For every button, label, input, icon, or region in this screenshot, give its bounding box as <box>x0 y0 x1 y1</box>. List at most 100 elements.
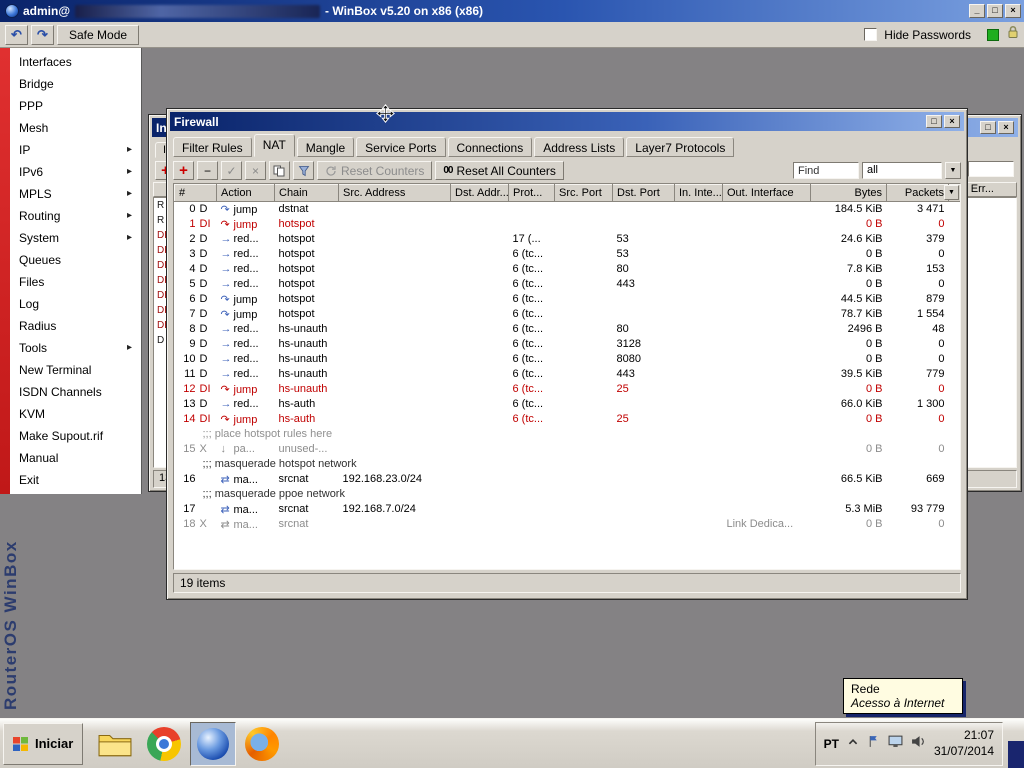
nat-rule-row[interactable]: 1DI↷jumphotspot0 B0 <box>175 217 962 232</box>
nat-rule-row[interactable]: 3D→red...hotspot6 (tc...530 B0 <box>175 247 962 262</box>
remove-rule-button[interactable]: − <box>197 161 218 180</box>
bgwin-err-column[interactable]: Err... <box>971 183 994 195</box>
nat-rule-row[interactable]: 10D→red...hs-unauth6 (tc...80800 B0 <box>175 352 962 367</box>
clock[interactable]: 21:07 31/07/2014 <box>934 728 994 759</box>
firewall-window[interactable]: Firewall □ × Filter RulesNATMangleServic… <box>166 108 968 600</box>
sidebar-item-system[interactable]: System▸ <box>10 227 141 249</box>
enable-rule-button[interactable]: ✓ <box>221 161 242 180</box>
nat-rule-row[interactable]: 0D↷jumpdstnat184.5 KiB3 471 <box>175 202 962 217</box>
nat-rule-row[interactable]: 7D↷jumphotspot6 (tc...78.7 KiB1 554 <box>175 307 962 322</box>
column-header-dst-addr[interactable]: Dst. Addr... <box>451 185 509 202</box>
column-header-packets[interactable]: Packets <box>887 185 949 202</box>
firewall-close-button[interactable]: × <box>944 115 960 128</box>
nat-comment-row[interactable]: ;;; masquerade ppoe network <box>175 487 962 502</box>
sidebar-item-make-supout-rif[interactable]: Make Supout.rif <box>10 425 141 447</box>
tab-nat[interactable]: NAT <box>254 134 295 157</box>
nat-rule-row[interactable]: 2D→red...hotspot17 (...5324.6 KiB379 <box>175 232 962 247</box>
chain-filter-dropdown[interactable]: all <box>862 162 942 179</box>
tab-layer7-protocols[interactable]: Layer7 Protocols <box>626 137 734 157</box>
close-button[interactable]: × <box>1005 4 1021 18</box>
sidebar-item-new-terminal[interactable]: New Terminal <box>10 359 141 381</box>
quick-launch-chrome[interactable] <box>141 722 187 766</box>
reset-all-counters-button[interactable]: 00 Reset All Counters <box>435 161 564 180</box>
sidebar-item-queues[interactable]: Queues <box>10 249 141 271</box>
column-header-bytes[interactable]: Bytes <box>811 185 887 202</box>
nat-rule-row[interactable]: 6D↷jumphotspot6 (tc...44.5 KiB879 <box>175 292 962 307</box>
nat-rule-row[interactable]: 5D→red...hotspot6 (tc...4430 B0 <box>175 277 962 292</box>
disable-rule-button[interactable]: × <box>245 161 266 180</box>
tab-service-ports[interactable]: Service Ports <box>356 137 445 157</box>
nat-comment-row[interactable]: ;;; place hotspot rules here <box>175 427 962 442</box>
nat-rule-row[interactable]: 9D→red...hs-unauth6 (tc...31280 B0 <box>175 337 962 352</box>
column-selector-button[interactable]: ▼ <box>944 185 959 200</box>
sidebar-item-files[interactable]: Files <box>10 271 141 293</box>
hide-passwords-checkbox[interactable] <box>864 28 877 41</box>
nat-rule-row[interactable]: 8D→red...hs-unauth6 (tc...802496 B48 <box>175 322 962 337</box>
chain-filter-dropdown-arrow[interactable]: ▼ <box>945 162 961 179</box>
tray-flag-icon[interactable] <box>867 735 880 753</box>
nat-rule-row[interactable]: 17⇄ma...srcnat192.168.7.0/245.3 MiB93 77… <box>175 502 962 517</box>
sidebar-item-log[interactable]: Log <box>10 293 141 315</box>
sidebar-item-routing[interactable]: Routing▸ <box>10 205 141 227</box>
reset-counters-button[interactable]: Reset Counters <box>317 161 432 180</box>
tab-filter-rules[interactable]: Filter Rules <box>173 137 252 157</box>
nat-rule-row[interactable]: 11D→red...hs-unauth6 (tc...44339.5 KiB77… <box>175 367 962 382</box>
quick-launch-firefox[interactable] <box>239 722 285 766</box>
sidebar-item-ip[interactable]: IP▸ <box>10 139 141 161</box>
sidebar-item-ppp[interactable]: PPP <box>10 95 141 117</box>
sidebar-item-tools[interactable]: Tools▸ <box>10 337 141 359</box>
add-rule-button[interactable]: + <box>173 161 194 180</box>
undo-button[interactable]: ↶ <box>5 25 28 45</box>
column-header-dst-port[interactable]: Dst. Port <box>613 185 675 202</box>
safe-mode-button[interactable]: Safe Mode <box>57 25 139 45</box>
language-indicator[interactable]: PT <box>824 737 839 751</box>
quick-launch-winbox[interactable] <box>190 722 236 766</box>
column-header-[interactable]: # <box>175 185 217 202</box>
firewall-titlebar[interactable]: Firewall □ × <box>170 112 964 131</box>
maximize-button[interactable]: □ <box>987 4 1003 18</box>
nat-rule-row[interactable]: 14DI↷jumphs-auth6 (tc...250 B0 <box>175 412 962 427</box>
bgwin-find-input[interactable] <box>968 161 1014 177</box>
column-header-chain[interactable]: Chain <box>275 185 339 202</box>
column-header-prot[interactable]: Prot... <box>509 185 555 202</box>
nat-rule-row[interactable]: 15X↓pa...unused-...0 B0 <box>175 442 962 457</box>
tray-expand-icon[interactable] <box>847 735 859 753</box>
nat-rule-row[interactable]: 4D→red...hotspot6 (tc...807.8 KiB153 <box>175 262 962 277</box>
sidebar-item-exit[interactable]: Exit <box>10 469 141 491</box>
sidebar-item-radius[interactable]: Radius <box>10 315 141 337</box>
column-header-in-inte[interactable]: In. Inte... <box>675 185 723 202</box>
nat-comment-row[interactable]: ;;; masquerade hotspot network <box>175 457 962 472</box>
copy-rule-button[interactable] <box>269 161 290 180</box>
sidebar-item-bridge[interactable]: Bridge <box>10 73 141 95</box>
column-header-action[interactable]: Action <box>217 185 275 202</box>
sidebar-item-kvm[interactable]: KVM <box>10 403 141 425</box>
tab-connections[interactable]: Connections <box>448 137 533 157</box>
bgwin-maximize-button[interactable]: □ <box>980 121 996 134</box>
tab-mangle[interactable]: Mangle <box>297 137 354 157</box>
nat-rule-row[interactable]: 18X⇄ma...srcnatLink Dedica...0 B0 <box>175 517 962 532</box>
nat-find-input[interactable] <box>793 162 859 179</box>
sidebar-item-isdn-channels[interactable]: ISDN Channels <box>10 381 141 403</box>
column-header-src-address[interactable]: Src. Address <box>339 185 451 202</box>
sidebar-item-manual[interactable]: Manual <box>10 447 141 469</box>
nat-rule-row[interactable]: 12DI↷jumphs-unauth6 (tc...250 B0 <box>175 382 962 397</box>
tray-display-icon[interactable] <box>888 735 903 753</box>
nat-rule-row[interactable]: 13D→red...hs-auth6 (tc...66.0 KiB1 300 <box>175 397 962 412</box>
quick-launch-explorer[interactable] <box>92 722 138 766</box>
tab-address-lists[interactable]: Address Lists <box>534 137 624 157</box>
sidebar-item-ipv6[interactable]: IPv6▸ <box>10 161 141 183</box>
rule-flags: DI <box>200 413 211 425</box>
firewall-maximize-button[interactable]: □ <box>926 115 942 128</box>
tray-volume-icon[interactable] <box>911 735 926 753</box>
minimize-button[interactable]: _ <box>969 4 985 18</box>
column-header-src-port[interactable]: Src. Port <box>555 185 613 202</box>
sidebar-item-mesh[interactable]: Mesh <box>10 117 141 139</box>
bgwin-close-button[interactable]: × <box>998 121 1014 134</box>
nat-rule-row[interactable]: 16⇄ma...srcnat192.168.23.0/2466.5 KiB669 <box>175 472 962 487</box>
filter-button[interactable] <box>293 161 314 180</box>
sidebar-item-interfaces[interactable]: Interfaces <box>10 51 141 73</box>
start-button[interactable]: Iniciar <box>3 723 83 765</box>
sidebar-item-mpls[interactable]: MPLS▸ <box>10 183 141 205</box>
redo-button[interactable]: ↷ <box>31 25 54 45</box>
column-header-out-interface[interactable]: Out. Interface <box>723 185 811 202</box>
